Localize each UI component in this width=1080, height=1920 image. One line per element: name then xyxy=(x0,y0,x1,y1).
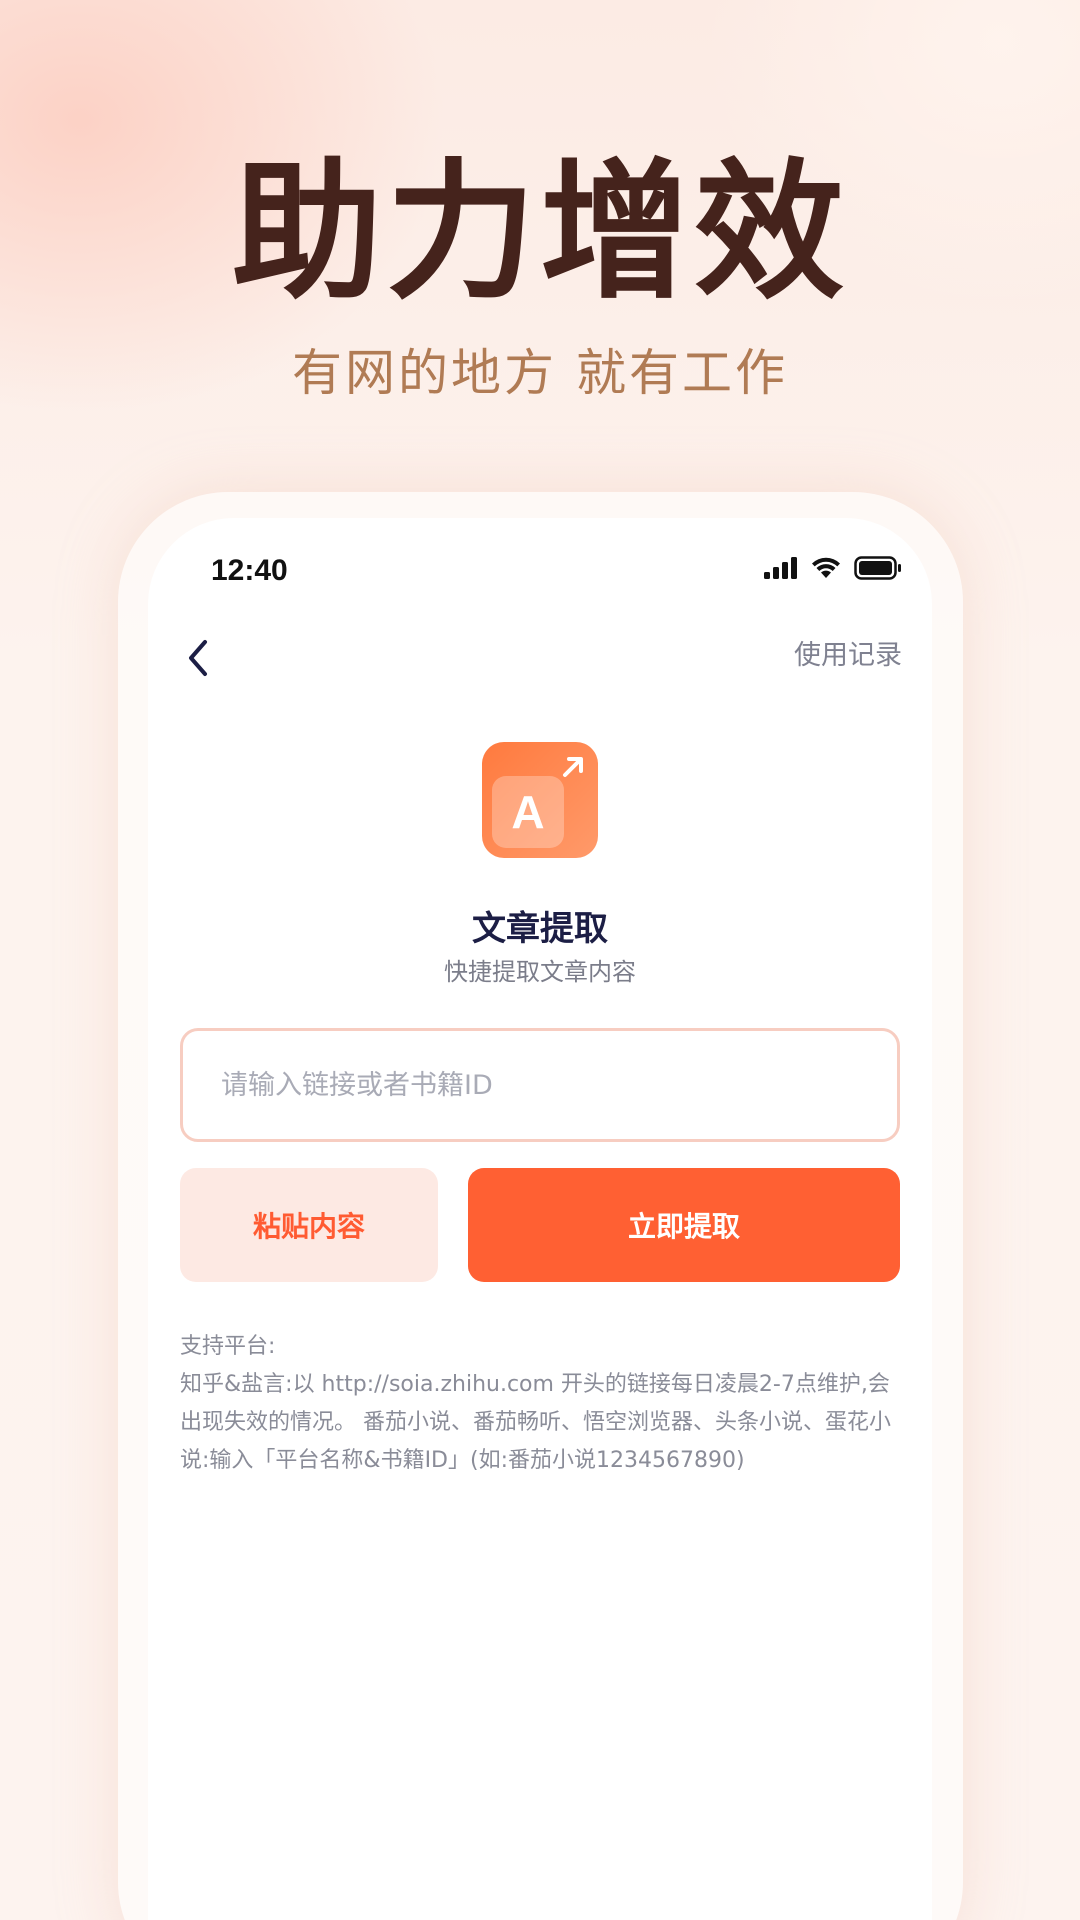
support-text: 知乎&盐言:以 http://soia.zhihu.com 开头的链接每日凌晨2… xyxy=(180,1372,891,1473)
hero-subtitle: 有网的地方 就有工作 xyxy=(292,344,788,402)
app-icon-letter: A xyxy=(492,776,564,848)
back-button[interactable] xyxy=(178,636,218,680)
phone-screen: 12:40 使用记录 A 文章提取 快捷提取文章内容 请输入链接或者书籍ID 粘… xyxy=(148,518,932,1920)
paste-button[interactable]: 粘贴内容 xyxy=(180,1168,438,1282)
signal-icon xyxy=(764,557,798,583)
support-heading: 支持平台: xyxy=(180,1334,276,1359)
support-info: 支持平台: 知乎&盐言:以 http://soia.zhihu.com 开头的链… xyxy=(180,1328,902,1480)
status-icons xyxy=(764,556,902,584)
status-time: 12:40 xyxy=(211,554,288,587)
app-icon: A xyxy=(482,742,598,858)
wifi-icon xyxy=(810,556,842,584)
chevron-left-icon xyxy=(189,640,207,676)
arrow-up-right-icon xyxy=(563,757,583,777)
link-input[interactable] xyxy=(180,1028,900,1142)
battery-icon xyxy=(854,556,902,584)
hero-title: 助力增效 xyxy=(231,146,848,320)
feature-title: 文章提取 xyxy=(472,909,608,949)
extract-button[interactable]: 立即提取 xyxy=(468,1168,900,1282)
history-link[interactable]: 使用记录 xyxy=(794,642,902,669)
feature-subtitle: 快捷提取文章内容 xyxy=(444,958,636,986)
